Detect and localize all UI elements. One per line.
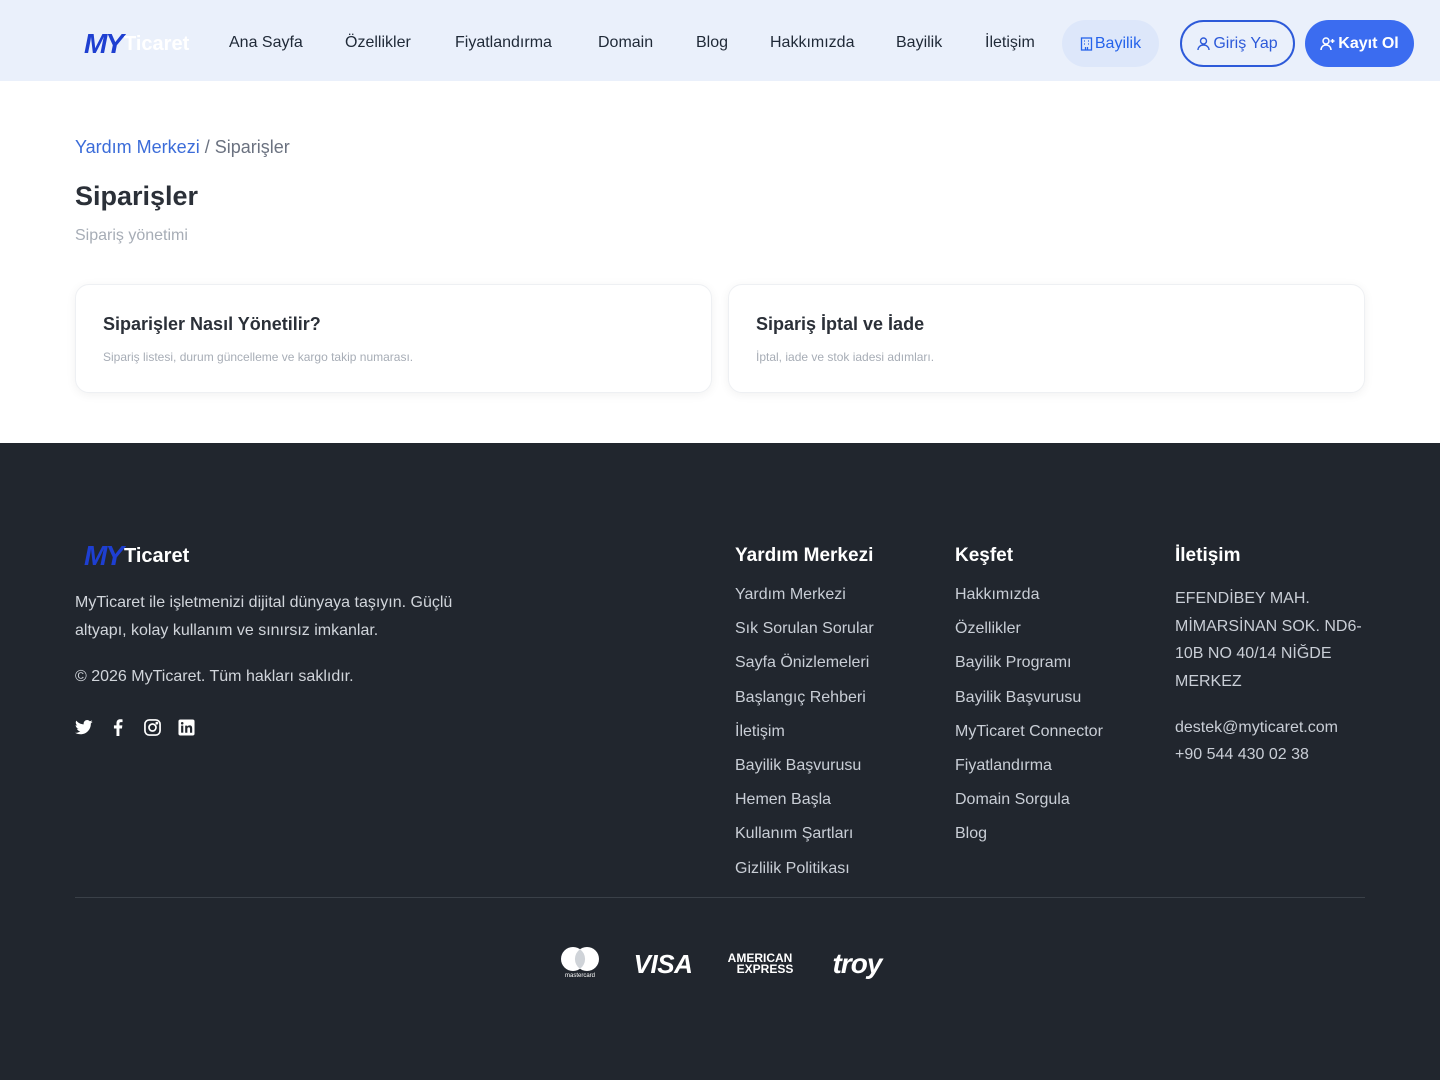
footer-link[interactable]: Başlangıç Rehberi [735, 688, 874, 708]
footer-address: EFENDİBEY MAH. MİMARSİNAN SOK. ND6-10B N… [1175, 590, 1362, 690]
mastercard-caption: mastercard [564, 972, 595, 979]
breadcrumb-current: Siparişler [214, 137, 290, 157]
mastercard-logo: mastercard [558, 944, 602, 980]
footer-about-text: MyTicaret ile işletmenizi dijital dünyay… [75, 594, 453, 639]
article-card-description: İptal, iade ve stok iadesi adımları. [756, 350, 935, 364]
visa-logo: VISA [633, 948, 693, 979]
article-card-manage-orders[interactable]: Siparişler Nasıl Yönetilir? Sipariş list… [75, 284, 712, 393]
social-links [75, 718, 195, 736]
brand-logo[interactable]: MY Ticaret [84, 30, 189, 58]
register-label: Kayıt Ol [1338, 34, 1399, 52]
footer-link[interactable]: Bayilik Başvurusu [735, 756, 874, 776]
user-plus-icon [1320, 36, 1335, 51]
article-card-description: Sipariş listesi, durum güncelleme ve kar… [103, 350, 414, 364]
footer-link[interactable]: Yardım Merkezi [735, 585, 874, 605]
footer-link[interactable]: Özellikler [955, 619, 1103, 639]
top-navbar: MY Ticaret Ana Sayfa Özellikler Fiyatlan… [0, 0, 1440, 81]
footer-link[interactable]: Bayilik Programı [955, 653, 1103, 673]
nav-link-about[interactable]: Hakkımızda [770, 31, 854, 55]
footer-link[interactable]: Hemen Başla [735, 790, 874, 810]
footer-link[interactable]: Domain Sorgula [955, 790, 1103, 810]
footer-logo-my-mark: MY [84, 540, 124, 571]
footer-link[interactable]: Hakkımızda [955, 585, 1103, 605]
footer-phone[interactable]: +90 544 430 02 38 [1175, 741, 1365, 768]
footer-divider [75, 897, 1365, 898]
linkedin-icon[interactable] [177, 718, 195, 736]
footer-brand-logo[interactable]: MY Ticaret [84, 541, 189, 571]
register-button[interactable]: Kayıt Ol [1305, 20, 1414, 67]
twitter-icon[interactable] [75, 718, 93, 736]
nav-link-features[interactable]: Özellikler [345, 31, 411, 55]
facebook-icon[interactable] [109, 718, 127, 736]
nav-link-domain[interactable]: Domain [598, 31, 653, 55]
footer-link[interactable]: Gizlilik Politikası [735, 859, 874, 879]
dealership-pill-label: Bayilik [1094, 34, 1142, 52]
footer-link[interactable]: Sık Sorulan Sorular [735, 619, 874, 639]
nav-link-contact[interactable]: İletişim [985, 31, 1035, 55]
article-card-title: Sipariş İptal ve İade [756, 314, 925, 334]
footer-contact-heading: İletişim [1175, 545, 1241, 566]
footer-explore-heading: Keşfet [955, 545, 1014, 566]
nav-link-blog[interactable]: Blog [696, 31, 728, 55]
footer-column-contact: İletişim EFENDİBEY MAH. MİMARSİNAN SOK. … [1175, 544, 1365, 768]
breadcrumb: Yardım Merkezi / Siparişler [75, 136, 290, 158]
article-card-title: Siparişler Nasıl Yönetilir? [103, 314, 321, 334]
footer-link[interactable]: Fiyatlandırma [955, 756, 1103, 776]
instagram-icon[interactable] [143, 718, 161, 736]
site-footer: MY Ticaret MyTicaret ile işletmenizi dij… [0, 443, 1440, 1080]
amex-line-2: EXPRESS [736, 962, 794, 976]
building-icon [1080, 36, 1093, 51]
footer-column-help: Yardım Merkezi Yardım Merkezi Sık Sorula… [735, 544, 874, 893]
footer-link[interactable]: MyTicaret Connector [955, 722, 1103, 742]
amex-logo: AMERICAN EXPRESS [724, 949, 796, 979]
footer-copyright: © 2026 MyTicaret. Tüm hakları saklıdır. [75, 668, 354, 685]
nav-link-pricing[interactable]: Fiyatlandırma [455, 31, 552, 55]
footer-help-heading: Yardım Merkezi [735, 545, 874, 566]
logo-wordmark: Ticaret [124, 33, 190, 55]
footer-link[interactable]: İletişim [735, 722, 874, 742]
footer-link[interactable]: Sayfa Önizlemeleri [735, 653, 874, 673]
login-button[interactable]: Giriş Yap [1180, 20, 1295, 67]
nav-link-home[interactable]: Ana Sayfa [229, 31, 303, 55]
footer-column-explore: Keşfet Hakkımızda Özellikler Bayilik Pro… [955, 544, 1103, 859]
footer-link[interactable]: Kullanım Şartları [735, 824, 874, 844]
user-icon [1197, 36, 1211, 51]
page-title: Siparişler [75, 181, 199, 211]
page-subtitle: Sipariş yönetimi [75, 227, 188, 244]
footer-link[interactable]: Bayilik Başvurusu [955, 688, 1103, 708]
footer-link[interactable]: Blog [955, 824, 1103, 844]
breadcrumb-help-center-link[interactable]: Yardım Merkezi [75, 137, 200, 157]
footer-logo-wordmark: Ticaret [124, 545, 190, 567]
breadcrumb-separator: / [204, 137, 210, 157]
logo-my-mark: MY [84, 28, 124, 59]
footer-email-link[interactable]: destek@myticaret.com [1175, 714, 1365, 741]
dealership-pill-button[interactable]: Bayilik [1062, 20, 1159, 67]
troy-logo: troy [832, 948, 883, 979]
login-label: Giriş Yap [1213, 34, 1278, 52]
nav-link-dealership[interactable]: Bayilik [896, 31, 942, 55]
article-card-cancel-return[interactable]: Sipariş İptal ve İade İptal, iade ve sto… [728, 284, 1365, 393]
